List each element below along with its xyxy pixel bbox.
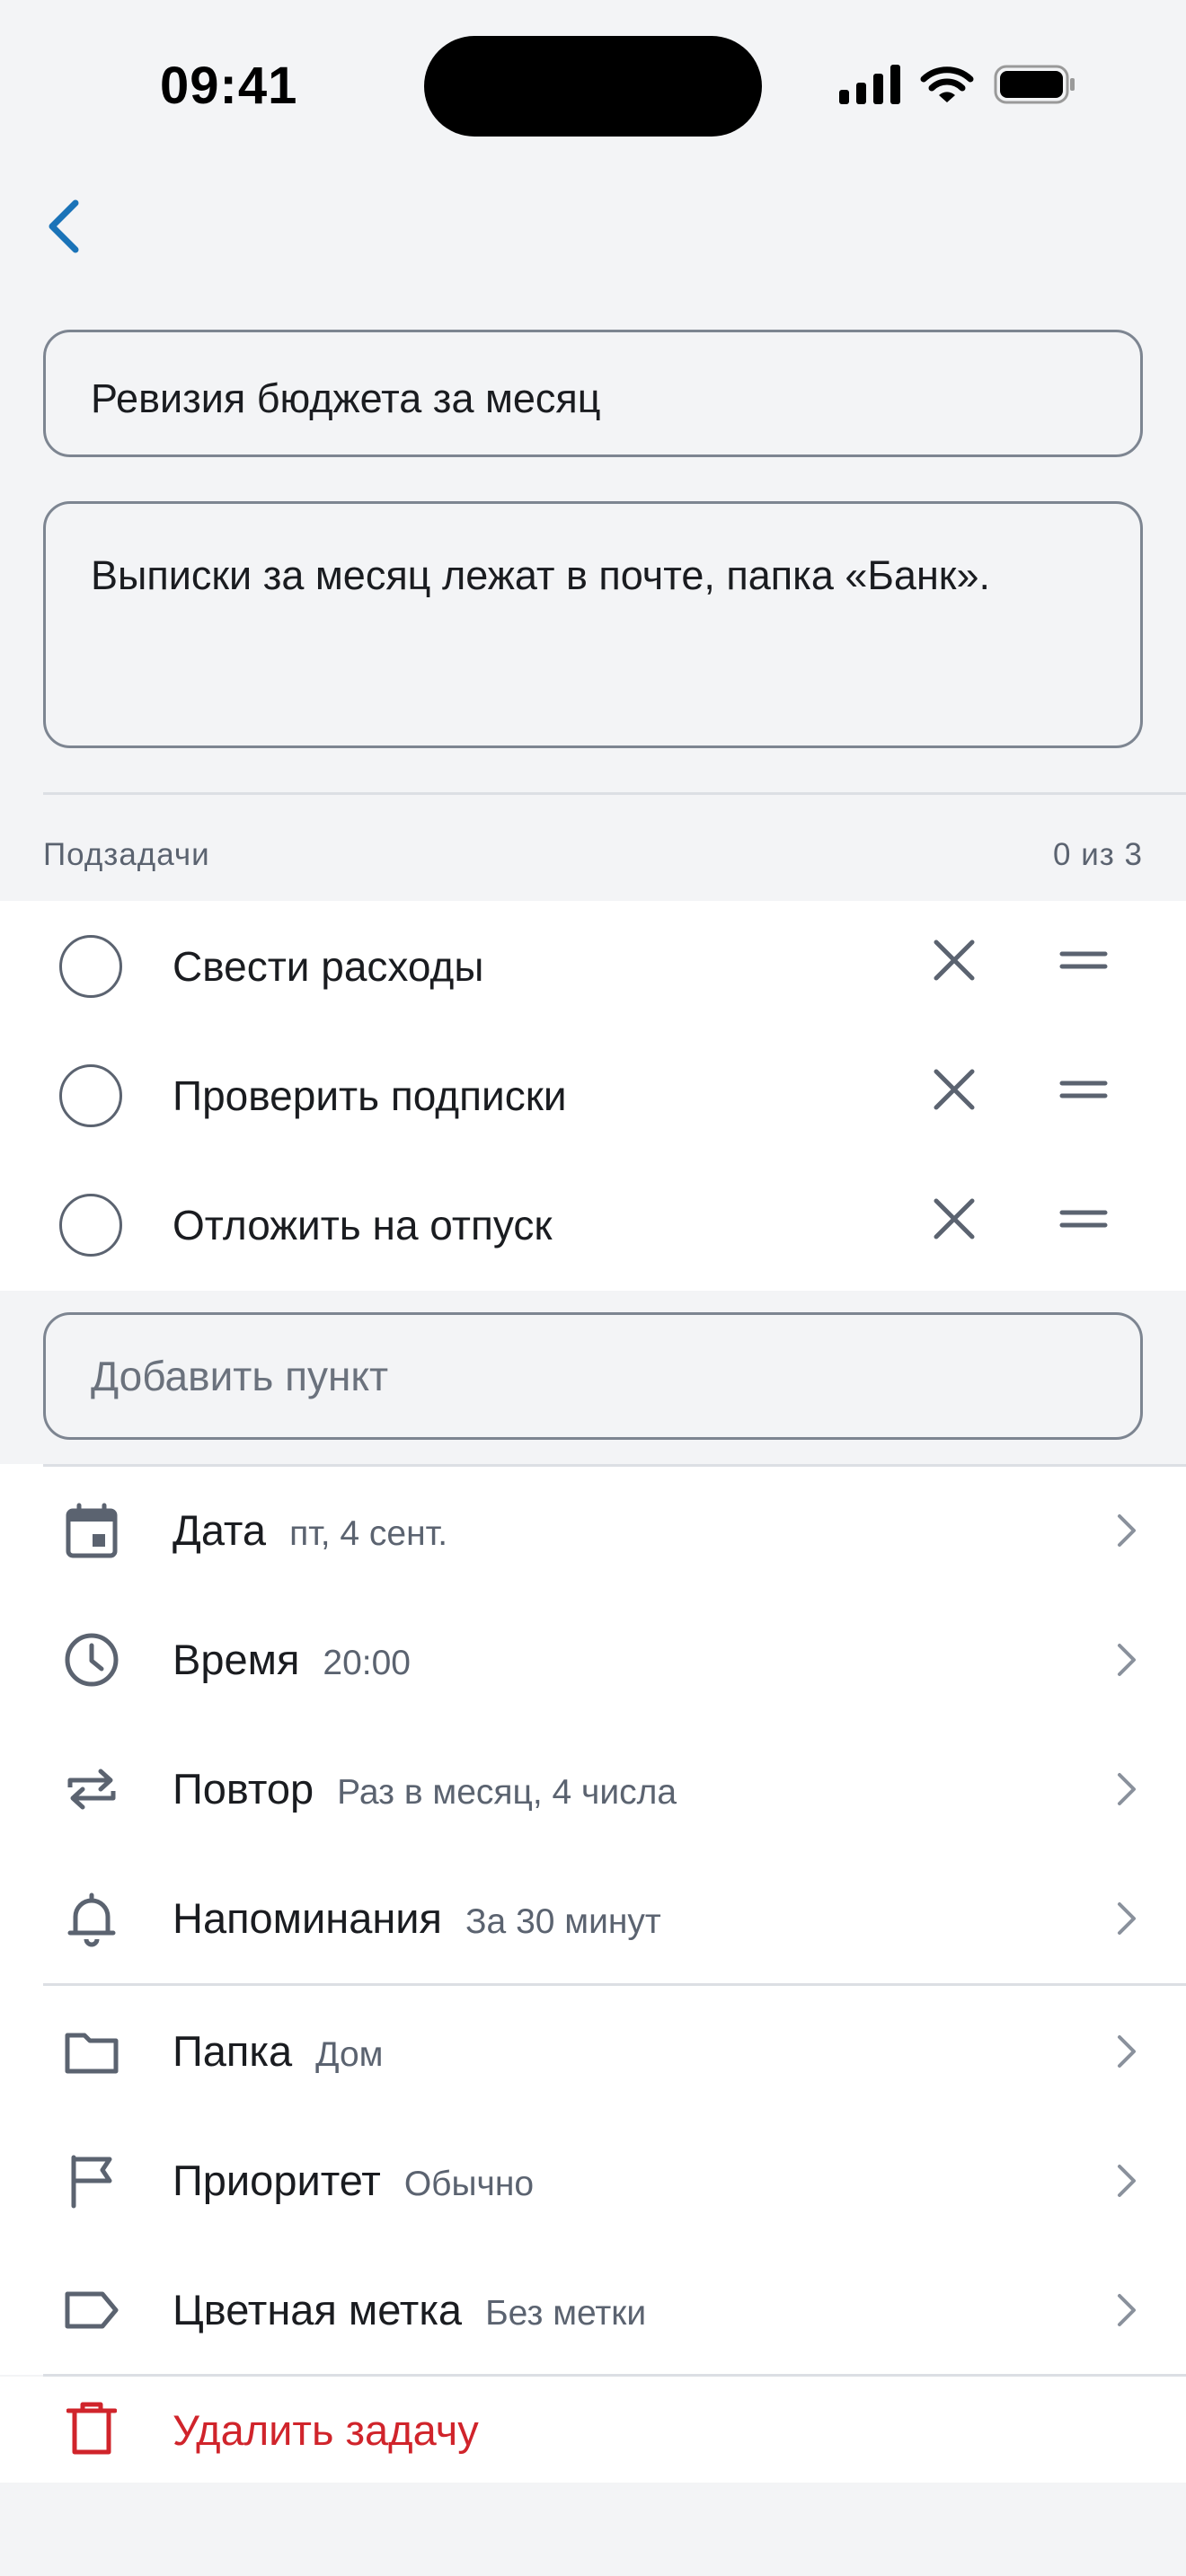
reminders-label: Напоминания [173, 1894, 442, 1942]
remove-subtask-icon[interactable] [927, 933, 981, 987]
folder-icon [65, 2033, 119, 2074]
subtasks-title: Подзадачи [43, 837, 210, 872]
reminders-row-text: Напоминания За 30 минут [173, 1893, 661, 1943]
time-row[interactable]: Время 20:00 [0, 1595, 1186, 1725]
color-tag-label: Цветная метка [173, 2286, 463, 2333]
subtask-label[interactable]: Проверить подписки [173, 1072, 567, 1120]
chevron-right-icon [1118, 1902, 1136, 1935]
calendar-icon [66, 1503, 118, 1558]
color-tag-row[interactable]: Цветная метка Без метки [0, 2245, 1186, 2375]
task-title-field[interactable]: Ревизия бюджета за месяц [43, 330, 1143, 457]
subtask-checkbox[interactable] [59, 1194, 122, 1257]
remove-subtask-icon[interactable] [927, 1192, 981, 1246]
priority-value: Обычно [403, 2165, 535, 2203]
flag-icon [71, 2155, 112, 2209]
bell-icon [67, 1892, 116, 1947]
divider [43, 1983, 1186, 1986]
subtask-label[interactable]: Отложить на отпуск [173, 1201, 552, 1249]
reminders-value: За 30 минут [465, 1902, 661, 1941]
task-description-field[interactable]: Выписки за месяц лежат в почте, папка «Б… [43, 501, 1143, 748]
remove-subtask-icon[interactable] [927, 1063, 981, 1116]
priority-row-text: Приоритет Обычно [173, 2156, 534, 2205]
subtask-item: Свести расходы [0, 901, 1186, 1030]
repeat-label: Повтор [173, 1765, 314, 1813]
color-tag-row-text: Цветная метка Без метки [173, 2285, 646, 2334]
divider [43, 792, 1186, 795]
subtask-label[interactable]: Свести расходы [173, 942, 483, 991]
chevron-right-icon [1118, 2035, 1136, 2068]
clock-icon [65, 1633, 119, 1687]
repeat-value: Раз в месяц, 4 числа [337, 1773, 677, 1812]
subtasks-count: 0 из 3 [1053, 837, 1143, 872]
add-subtask-input[interactable] [43, 1312, 1143, 1440]
tag-icon [65, 2291, 119, 2329]
date-label: Дата [173, 1506, 267, 1554]
subtask-item: Проверить подписки [0, 1030, 1186, 1160]
repeat-row[interactable]: Повтор Раз в месяц, 4 числа [0, 1725, 1186, 1854]
schedule-group: Дата пт, 4 сент. Время 20:00 Повтор Раз [0, 1464, 1186, 1983]
wifi-icon [920, 66, 974, 102]
time-value: 20:00 [323, 1644, 411, 1682]
cellular-signal-icon [839, 65, 900, 104]
chevron-right-icon [1118, 1773, 1136, 1805]
battery-icon [994, 65, 1075, 104]
priority-row[interactable]: Приоритет Обычно [0, 2116, 1186, 2245]
priority-label: Приоритет [173, 2157, 381, 2204]
subtask-list: Свести расходы Проверить подписки Отложи… [0, 901, 1186, 1291]
status-bar: 09:41 [0, 0, 1186, 171]
subtask-checkbox[interactable] [59, 1064, 122, 1127]
repeat-icon [67, 1769, 116, 1810]
folder-row-text: Папка Дом [173, 2026, 383, 2076]
chevron-right-icon [1118, 2294, 1136, 2326]
subtasks-header: Подзадачи 0 из 3 [43, 837, 1143, 873]
drag-handle-icon[interactable] [1057, 1063, 1111, 1116]
drag-handle-icon[interactable] [1057, 1192, 1111, 1246]
folder-label: Папка [173, 2027, 293, 2075]
subtask-checkbox[interactable] [59, 935, 122, 998]
delete-task-label: Удалить задачу [173, 2406, 479, 2454]
time-row-text: Время 20:00 [173, 1635, 411, 1684]
folder-value: Дом [315, 2035, 384, 2074]
date-row-text: Дата пт, 4 сент. [173, 1505, 447, 1555]
status-time: 09:41 [160, 57, 298, 115]
status-icons [839, 65, 1076, 104]
trash-icon [66, 2402, 117, 2455]
date-row[interactable]: Дата пт, 4 сент. [0, 1466, 1186, 1595]
chevron-right-icon [1118, 1514, 1136, 1547]
chevron-right-icon [1118, 1644, 1136, 1676]
repeat-row-text: Повтор Раз в месяц, 4 числа [173, 1764, 677, 1813]
chevron-right-icon [1118, 2165, 1136, 2197]
folder-row[interactable]: Папка Дом [0, 1987, 1186, 2116]
drag-handle-icon[interactable] [1057, 933, 1111, 987]
subtask-item: Отложить на отпуск [0, 1160, 1186, 1289]
time-label: Время [173, 1636, 300, 1683]
color-tag-value: Без метки [485, 2294, 647, 2333]
organize-group: Папка Дом Приоритет Обычно Цветная метка… [0, 1983, 1186, 2375]
reminders-row[interactable]: Напоминания За 30 минут [0, 1854, 1186, 1983]
dynamic-island [424, 36, 762, 137]
delete-task-button[interactable]: Удалить задачу [0, 2377, 1186, 2483]
chevron-left-icon [49, 199, 79, 253]
date-value: пт, 4 сент. [289, 1514, 448, 1553]
back-button[interactable] [27, 190, 99, 262]
